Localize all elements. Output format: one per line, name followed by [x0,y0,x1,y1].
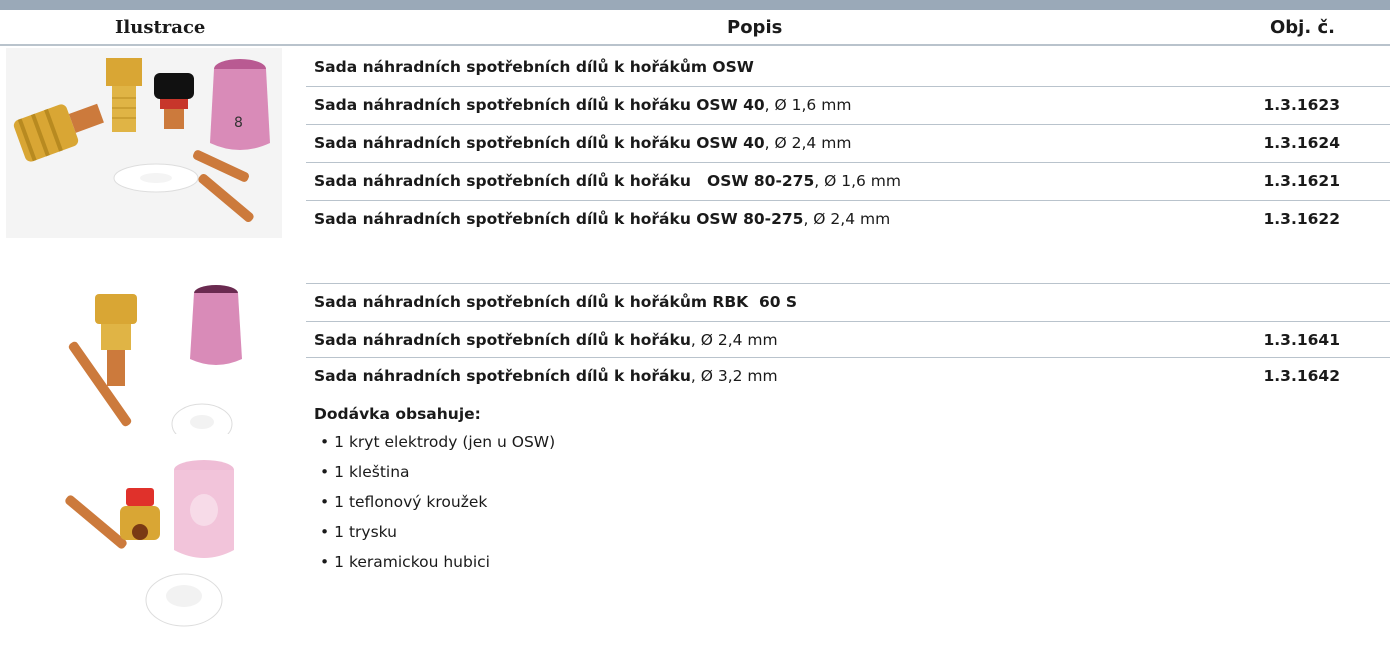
row-name: Sada náhradních spotřebních dílů k hořák… [314,210,804,228]
list-item: 1 kleština [314,457,555,487]
delivery-list: 1 kryt elektrody (jen u OSW) 1 kleština … [314,427,555,577]
row-name: Sada náhradních spotřebních dílů k hořák… [314,172,815,190]
group1-title: Sada náhradních spotřebních dílů k hořák… [314,58,754,76]
row-name: Sada náhradních spotřebních dílů k hořák… [314,367,691,385]
row-diameter: , Ø 3,2 mm [690,367,778,385]
order-number: 1.3.1624 [1263,134,1341,152]
table-row: Sada náhradních spotřebních dílů k hořák… [306,357,1390,394]
row-diameter: , Ø 2,4 mm [803,210,891,228]
group2-title-row: Sada náhradních spotřebních dílů k hořák… [306,283,1390,320]
order-number: 1.3.1623 [1263,96,1341,114]
order-number: 1.3.1642 [1263,367,1341,385]
list-item: 1 kryt elektrody (jen u OSW) [314,427,555,457]
table-row: Sada náhradních spotřebních dílů k hořák… [306,86,1390,123]
row-name: Sada náhradních spotřebních dílů k hořák… [314,134,765,152]
header-popis: Popis [727,17,783,38]
rbk-parts-image-1 [68,285,242,434]
delivery-title: Dodávka obsahuje: [314,405,481,423]
delivery-contents: Dodávka obsahuje: 1 kryt elektrody (jen … [314,405,555,577]
group2-title: Sada náhradních spotřebních dílů k hořák… [314,293,798,311]
list-item: 1 trysku [314,517,555,547]
row-diameter: , Ø 1,6 mm [764,96,852,114]
osw-parts-image: 8 [6,48,282,238]
list-item: 1 teflonový kroužek [314,487,555,517]
table-row: Sada náhradních spotřebních dílů k hořák… [306,200,1390,237]
order-number: 1.3.1641 [1263,331,1341,349]
row-diameter: , Ø 2,4 mm [764,134,852,152]
group1-title-row: Sada náhradních spotřebních dílů k hořák… [306,49,1390,85]
rbk-parts-image-2 [65,460,234,627]
header-obj-c: Obj. č. [1270,17,1335,38]
table-row: Sada náhradních spotřebních dílů k hořák… [306,124,1390,161]
order-number: 1.3.1622 [1263,210,1341,228]
header-divider [0,44,1390,46]
row-name: Sada náhradních spotřebních dílů k hořák… [314,96,765,114]
order-number: 1.3.1621 [1263,172,1341,190]
table-row: Sada náhradních spotřebních dílů k hořák… [306,162,1390,199]
svg-text:8: 8 [234,115,243,131]
list-item: 1 keramickou hubici [314,547,555,577]
row-diameter: , Ø 2,4 mm [690,331,778,349]
row-diameter: , Ø 1,6 mm [814,172,901,190]
top-bar [0,0,1390,10]
table-row: Sada náhradních spotřebních dílů k hořák… [306,321,1390,358]
header-ilustrace: Ilustrace [115,17,206,38]
row-name: Sada náhradních spotřebních dílů k hořák… [314,331,691,349]
